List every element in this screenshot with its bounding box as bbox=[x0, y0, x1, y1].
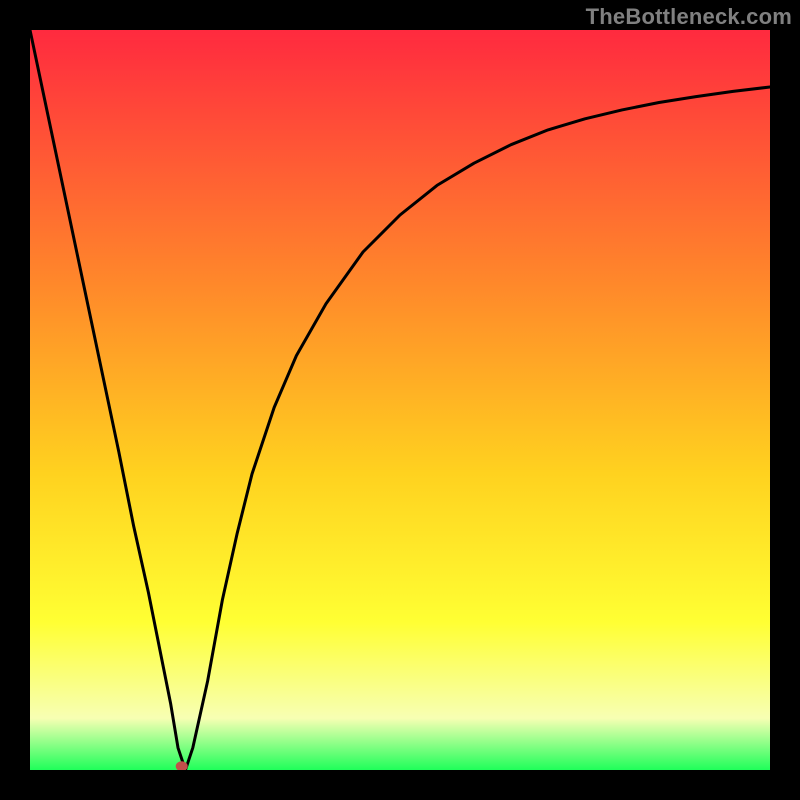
plot-background bbox=[30, 30, 770, 770]
watermark-text: TheBottleneck.com bbox=[586, 4, 792, 30]
chart-container: TheBottleneck.com bbox=[0, 0, 800, 800]
chart-plot bbox=[30, 30, 770, 770]
